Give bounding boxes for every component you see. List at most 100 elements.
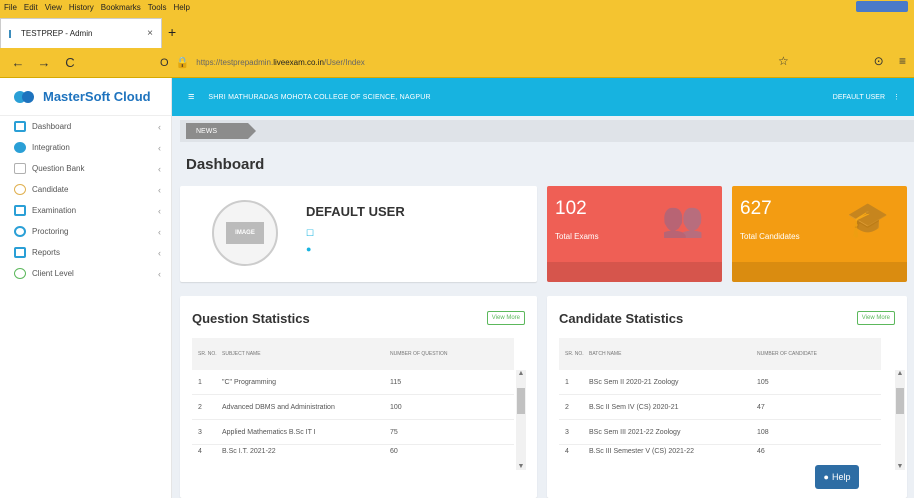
help-icon: ● — [823, 472, 829, 482]
top-navbar: ≡ SHRI MATHURADAS MOHOTA COLLEGE OF SCIE… — [172, 78, 914, 116]
view-more-button[interactable]: View More — [486, 311, 525, 325]
help-label: Help — [831, 472, 851, 482]
browser-tab[interactable]: TESTPREP - Admin × — [0, 18, 162, 48]
table-row: 2 Advanced DBMS and Administration 100 — [192, 395, 514, 420]
menu-help[interactable]: Help — [173, 3, 189, 12]
scroll-down-icon[interactable]: ▼ — [516, 463, 526, 470]
view-more-button[interactable]: View More — [856, 311, 895, 325]
page-title: Dashboard — [186, 156, 265, 173]
chevron-left-icon: ‹ — [158, 247, 161, 258]
address-bar[interactable]: O 🔒 https://testprepadmin. liveexam.co.i… — [160, 52, 800, 73]
pocket-icon[interactable]: ⊙ — [874, 54, 884, 68]
phone-icon: ☐ — [306, 228, 315, 238]
bookmark-star-icon[interactable]: ☆ — [778, 54, 789, 68]
toolbar-right-icons: ⊙ ≡ — [862, 54, 906, 68]
table-scrollbar[interactable]: ▲ ▼ — [516, 370, 526, 470]
chevron-left-icon: ‹ — [158, 226, 161, 237]
browser-menu-icon[interactable]: ≡ — [899, 54, 906, 68]
sidebar-item-label: Proctoring — [32, 227, 69, 236]
candidate-table: SR. NO. BATCH NAME NUMBER OF CANDIDATE 1… — [559, 338, 905, 470]
total-candidates-value: 627 — [740, 198, 772, 219]
total-exams-value: 102 — [555, 198, 587, 219]
menu-tools[interactable]: Tools — [148, 3, 167, 12]
table-header: SR. NO. BATCH NAME NUMBER OF CANDIDATE — [559, 338, 881, 370]
forward-button[interactable]: → — [36, 55, 52, 70]
sidebar-item-reports[interactable]: Reports ‹ — [0, 242, 171, 263]
panel-title: Question Statistics — [192, 311, 310, 326]
help-button[interactable]: ● Help — [815, 465, 859, 489]
card-footer — [547, 262, 722, 282]
user-menu[interactable]: DEFAULT USER ⋮ — [833, 93, 900, 101]
chevron-left-icon: ‹ — [158, 121, 161, 132]
menu-history[interactable]: History — [69, 3, 94, 12]
sidebar-item-label: Integration — [32, 143, 70, 152]
sidebar-toggle-icon[interactable]: ≡ — [188, 91, 194, 103]
col-number-of-candidate[interactable]: NUMBER OF CANDIDATE — [753, 351, 863, 357]
reports-icon — [14, 247, 26, 258]
question-table: SR. NO. SUBJECT NAME NUMBER OF QUESTION … — [192, 338, 526, 470]
question-statistics-panel: Question Statistics View More SR. NO. SU… — [180, 296, 537, 498]
col-sr-no[interactable]: SR. NO. — [192, 351, 218, 357]
lock-icon[interactable]: 🔒 — [176, 56, 190, 69]
chevron-left-icon: ‹ — [158, 142, 161, 153]
total-exams-card[interactable]: 102 Total Exams 👥 — [547, 186, 722, 282]
breadcrumb: NEWS — [180, 120, 914, 142]
col-sr-no[interactable]: SR. NO. — [559, 351, 585, 357]
table-row: 3 Applied Mathematics B.Sc IT I 75 — [192, 420, 514, 445]
examination-icon — [14, 205, 26, 216]
chevron-left-icon: ‹ — [158, 184, 161, 195]
new-tab-button[interactable]: + — [168, 24, 176, 40]
back-button[interactable]: ← — [10, 55, 26, 70]
sidebar-item-label: Question Bank — [32, 164, 85, 173]
sidebar-item-candidate[interactable]: Candidate ‹ — [0, 179, 171, 200]
avatar-placeholder: IMAGE — [226, 222, 264, 244]
dashboard-icon — [14, 121, 26, 132]
sidebar-item-integration[interactable]: Integration ‹ — [0, 137, 171, 158]
sidebar-item-examination[interactable]: Examination ‹ — [0, 200, 171, 221]
sidebar-item-dashboard[interactable]: Dashboard ‹ — [0, 116, 171, 137]
tab-close-icon[interactable]: × — [147, 28, 153, 39]
menu-edit[interactable]: Edit — [24, 3, 38, 12]
chevron-left-icon: ‹ — [158, 268, 161, 279]
tracking-shield-icon[interactable]: O — [160, 57, 169, 69]
url-path: /User/Index — [323, 58, 365, 67]
browser-tabbar: TESTPREP - Admin × + — [0, 14, 914, 48]
sidebar-item-question-bank[interactable]: Question Bank ‹ — [0, 158, 171, 179]
card-footer — [732, 262, 907, 282]
proctoring-icon — [14, 226, 26, 237]
window-controls[interactable] — [856, 1, 908, 12]
breadcrumb-news[interactable]: NEWS — [186, 123, 256, 139]
sidebar-item-label: Candidate — [32, 185, 69, 194]
profile-name: DEFAULT USER — [306, 204, 405, 219]
user-menu-icon: ⋮ — [893, 94, 900, 101]
profile-card: IMAGE DEFAULT USER ☐ ● — [180, 186, 537, 282]
col-number-of-question[interactable]: NUMBER OF QUESTION — [386, 351, 496, 357]
college-name: SHRI MATHURADAS MOHOTA COLLEGE OF SCIENC… — [208, 93, 431, 101]
chevron-left-icon: ‹ — [158, 163, 161, 174]
integration-icon — [14, 142, 26, 153]
sidebar: MasterSoft Cloud Dashboard ‹ Integration… — [0, 78, 172, 498]
scrollbar-thumb[interactable] — [517, 388, 525, 414]
scrollbar-thumb[interactable] — [896, 388, 904, 414]
scroll-down-icon[interactable]: ▼ — [895, 463, 905, 470]
table-row: 1 BSc Sem II 2020-21 Zoology 105 — [559, 370, 881, 395]
sidebar-item-client-level[interactable]: Client Level ‹ — [0, 263, 171, 284]
menu-file[interactable]: File — [4, 3, 17, 12]
col-subject-name[interactable]: SUBJECT NAME — [218, 351, 386, 357]
table-scrollbar[interactable]: ▲ ▼ — [895, 370, 905, 470]
candidate-icon — [14, 184, 26, 195]
url-domain: liveexam.co.in — [273, 58, 324, 67]
reload-button[interactable]: C — [62, 55, 78, 70]
scroll-up-icon[interactable]: ▲ — [516, 370, 526, 377]
url-prefix: https://testprepadmin. — [196, 58, 274, 67]
menu-view[interactable]: View — [45, 3, 62, 12]
brand-logo[interactable]: MasterSoft Cloud — [0, 78, 171, 116]
menu-bookmarks[interactable]: Bookmarks — [101, 3, 141, 12]
table-header: SR. NO. SUBJECT NAME NUMBER OF QUESTION — [192, 338, 514, 370]
sidebar-item-proctoring[interactable]: Proctoring ‹ — [0, 221, 171, 242]
table-row: 4 B.Sc I.T. 2021-22 60 — [198, 447, 398, 455]
total-candidates-card[interactable]: 627 Total Candidates 🎓 — [732, 186, 907, 282]
col-batch-name[interactable]: BATCH NAME — [585, 351, 753, 357]
user-name: DEFAULT USER — [832, 94, 886, 101]
scroll-up-icon[interactable]: ▲ — [895, 370, 905, 377]
